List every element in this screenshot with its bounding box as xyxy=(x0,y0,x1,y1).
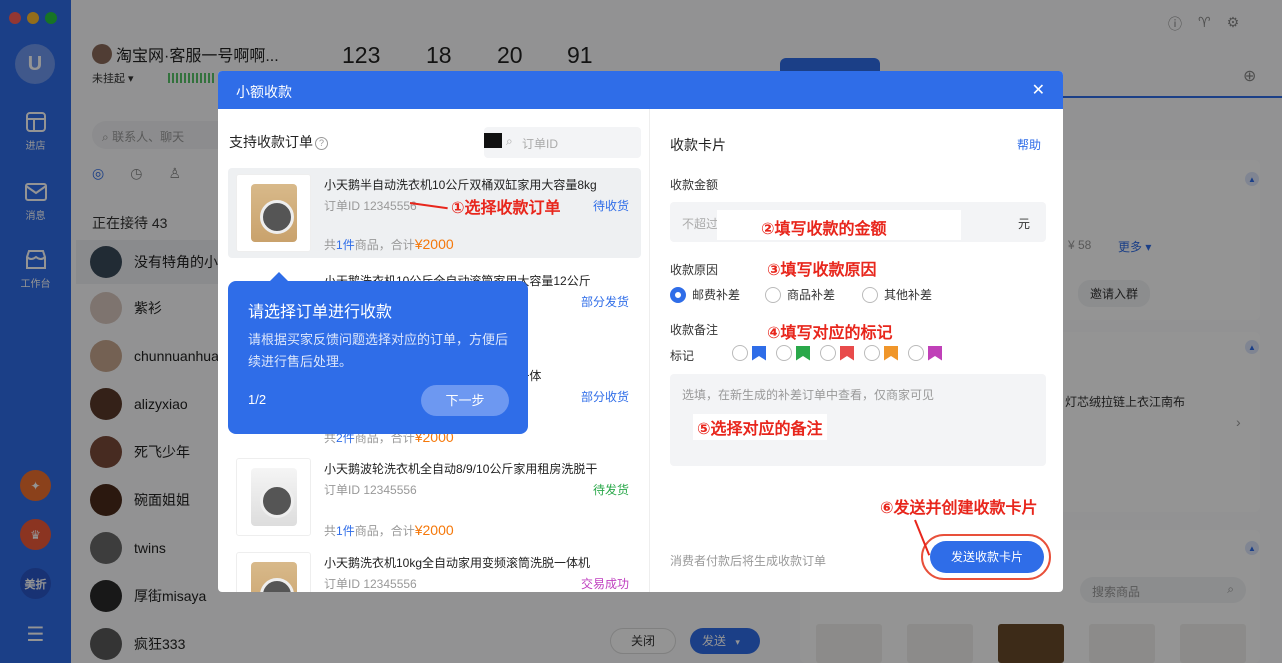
order-id: 订单ID 12345556 xyxy=(324,199,417,213)
product-image xyxy=(236,174,311,252)
search-placeholder: 订单ID xyxy=(522,137,559,151)
annotation-step-5: ⑤选择对应的备注 xyxy=(693,414,827,440)
order-status: 部分收货 xyxy=(580,390,629,404)
radio-icon xyxy=(908,345,924,361)
tooltip-title: 请选择订单进行收款 xyxy=(248,304,393,321)
order-status: 交易成功 xyxy=(580,577,629,591)
product-image xyxy=(236,552,311,592)
flag-options xyxy=(732,345,942,361)
send-payment-card-button[interactable]: 发送收款卡片 xyxy=(930,541,1044,573)
annotation-step-3: ③填写收款原因 xyxy=(767,262,877,279)
help-icon[interactable]: ? xyxy=(315,137,328,150)
radio-icon xyxy=(670,286,686,303)
order-status: 待发货 xyxy=(592,483,629,497)
product-image xyxy=(236,458,311,536)
reason-radio-other[interactable]: 其他补差 xyxy=(862,286,932,303)
radio-icon xyxy=(732,345,748,361)
modal-header: 小额收款 ✕ xyxy=(218,71,1063,109)
close-icon[interactable]: ✕ xyxy=(1032,80,1045,100)
footnote-text: 消费者付款后将生成收款订单 xyxy=(670,554,827,568)
order-amount: ¥2000 xyxy=(414,236,454,252)
tooltip-page: 1/2 xyxy=(248,392,267,407)
reason-radio-postage[interactable]: 邮费补差 xyxy=(670,286,740,303)
order-status: 部分发货 xyxy=(580,295,629,309)
flag-option-green[interactable] xyxy=(776,345,810,361)
flag-icon xyxy=(796,345,810,361)
order-count: 1件 xyxy=(336,524,355,538)
search-icon: ⌕ xyxy=(506,134,513,148)
order-search-input[interactable]: ⌕ 订单ID xyxy=(484,127,641,158)
order-id: 订单ID 12345556 xyxy=(324,483,417,497)
total-prefix: 共 xyxy=(324,238,337,252)
modal-title: 小额收款 xyxy=(236,84,292,100)
order-title: 小天鹅洗衣机10kg全自动家用变频滚筒洗脱一体机 xyxy=(324,556,591,570)
order-total: 共1件商品，合计¥2000 xyxy=(324,236,454,253)
amount-label: 收款金额 xyxy=(670,178,719,192)
order-card-item[interactable]: 小天鹅洗衣机10kg全自动家用变频滚筒洗脱一体机 订单ID 12345556 交… xyxy=(228,546,641,592)
amount-unit: 元 xyxy=(1017,217,1030,231)
order-title: 小天鹅半自动洗衣机10公斤双桶双缸家用大容量8kg xyxy=(324,178,597,192)
tooltip-body: 请根据买家反馈问题选择对应的订单，方便后续进行售后处理。 xyxy=(248,332,509,369)
radio-icon xyxy=(776,345,792,361)
reason-radio-product[interactable]: 商品补差 xyxy=(765,286,835,303)
total-mid: 商品，合计 xyxy=(354,524,415,538)
mark-label: 标记 xyxy=(670,349,695,363)
app-window: U 进店 消息 工作台 ✦ ♛ 美折 ☰ 淘宝网·客服一号啊啊... 未挂起 ▾… xyxy=(0,0,1282,663)
payment-card-panel: 收款卡片 帮助 收款金额 不超过 元 收款原因 邮费补差 商品补差 其他补差 收款… xyxy=(650,109,1063,592)
radio-icon xyxy=(862,286,878,303)
help-link[interactable]: 帮助 xyxy=(1017,136,1041,153)
order-total: 共1件商品，合计¥2000 xyxy=(324,522,454,539)
redaction-block xyxy=(484,133,502,148)
total-prefix: 共 xyxy=(324,524,337,538)
payment-card-title: 收款卡片 xyxy=(670,137,726,153)
order-card-item[interactable]: 小天鹅半自动洗衣机10公斤双桶双缸家用大容量8kg 订单ID 12345556 … xyxy=(228,168,641,258)
order-count: 1件 xyxy=(336,238,355,252)
flag-option-purple[interactable] xyxy=(908,345,942,361)
radio-label: 商品补差 xyxy=(787,288,836,302)
annotation-step-1: ①选择收款订单 xyxy=(451,200,561,217)
order-id: 订单ID 12345556 xyxy=(324,577,417,591)
flag-option-red[interactable] xyxy=(820,345,854,361)
flag-icon xyxy=(884,345,898,361)
guide-tooltip: 请选择订单进行收款 请根据买家反馈问题选择对应的订单，方便后续进行售后处理。 1… xyxy=(228,272,528,434)
flag-option-orange[interactable] xyxy=(864,345,898,361)
annotation-step-6: ⑥发送并创建收款卡片 xyxy=(876,493,1042,519)
order-panel-title: 支持收款订单? xyxy=(229,132,328,152)
total-mid: 商品，合计 xyxy=(354,238,415,252)
radio-icon xyxy=(820,345,836,361)
order-title: 小天鹅波轮洗衣机全自动8/9/10公斤家用租房洗脱干 xyxy=(324,462,598,476)
reason-label: 收款原因 xyxy=(670,263,719,277)
radio-icon xyxy=(864,345,880,361)
next-step-button[interactable]: 下一步 xyxy=(421,385,509,416)
amount-placeholder: 不超过 xyxy=(682,217,719,231)
order-status: 待收货 xyxy=(592,199,629,213)
radio-icon xyxy=(765,286,781,303)
remark-placeholder: 选填，在新生成的补差订单中查看，仅商家可见 xyxy=(682,388,935,402)
order-card-item[interactable]: 小天鹅波轮洗衣机全自动8/9/10公斤家用租房洗脱干 订单ID 12345556… xyxy=(228,452,641,542)
flag-option-blue[interactable] xyxy=(732,345,766,361)
flag-icon xyxy=(928,345,942,361)
remark-label: 收款备注 xyxy=(670,323,719,337)
flag-icon xyxy=(752,345,766,361)
order-amount: ¥2000 xyxy=(414,522,454,538)
radio-label: 邮费补差 xyxy=(692,288,741,302)
flag-icon xyxy=(840,345,854,361)
order-heading: 支持收款订单 xyxy=(229,134,313,150)
radio-label: 其他补差 xyxy=(884,288,933,302)
annotation-step-2: ②填写收款的金额 xyxy=(717,210,961,240)
annotation-step-4: ④填写对应的标记 xyxy=(767,325,893,342)
